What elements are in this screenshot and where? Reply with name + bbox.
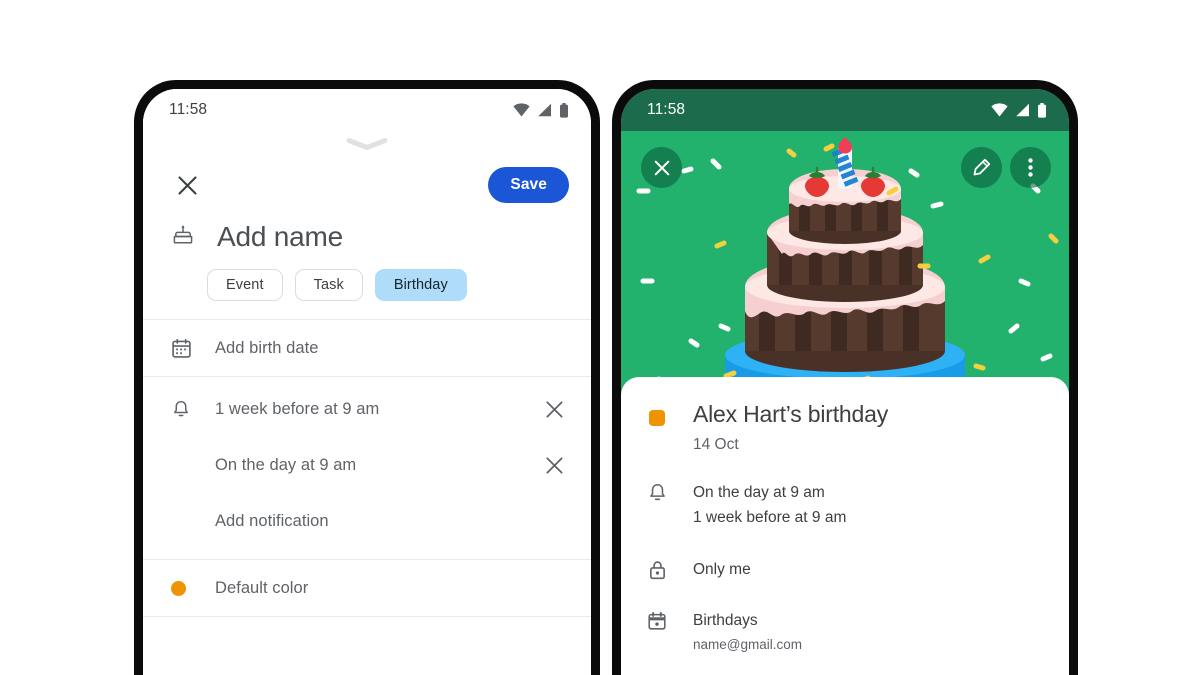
screenshot-stage: 11:58 Save Add name Event Task Birthday … [0,0,1200,675]
visibility-label: Only me [693,560,751,578]
phone-right-frame: 11:58 Alex Hart’s birthday 14 Oct On the… [612,80,1078,675]
event-detail-card: Alex Hart’s birthday 14 Oct On the day a… [621,377,1069,675]
color-dot-icon [171,580,197,596]
event-name-field-row[interactable]: Add name [143,213,591,263]
divider [143,616,591,617]
phone-left-screen: 11:58 Save Add name Event Task Birthday … [143,89,591,675]
calendar-row[interactable]: Birthdays name@gmail.com [643,608,1047,675]
close-icon [177,175,197,195]
calendar-name: Birthdays [693,612,758,630]
notification-label: 1 week before at 9 am [215,399,380,418]
bell-icon [643,480,671,504]
chip-event[interactable]: Event [207,269,283,301]
cell-signal-icon [1016,103,1029,117]
close-icon [654,160,669,175]
add-birth-date-row[interactable]: Add birth date [143,320,591,376]
event-header-row: Alex Hart’s birthday 14 Oct [643,401,1047,480]
chip-task[interactable]: Task [294,269,363,301]
birthday-hero-banner [621,131,1069,399]
bell-icon [171,399,197,420]
more-options-button[interactable] [1010,147,1051,188]
wifi-icon [991,103,1008,117]
remove-notification-button[interactable] [539,400,569,419]
notification-row[interactable]: 1 week before at 9 am [143,381,591,437]
close-button[interactable] [641,147,682,188]
visibility-row[interactable]: Only me [643,557,1047,609]
close-icon [545,456,563,474]
calendar-icon [643,608,671,632]
notification-line: On the day at 9 am [693,483,825,501]
phone-left-frame: 11:58 Save Add name Event Task Birthday … [134,80,600,675]
notification-line: 1 week before at 9 am [693,509,847,527]
default-color-label: Default color [215,578,309,597]
phone-right-screen: 11:58 Alex Hart’s birthday 14 Oct On the… [621,89,1069,675]
event-type-chip-group: Event Task Birthday [143,263,591,319]
default-color-row[interactable]: Default color [143,560,591,616]
chevron-down-icon [346,138,388,150]
calendar-icon [171,338,197,359]
battery-icon [1038,102,1046,118]
status-bar-time: 11:58 [169,101,208,118]
wifi-icon [513,103,530,117]
sheet-top-bar: Save [143,157,591,213]
notifications-detail-row[interactable]: On the day at 9 am 1 week before at 9 am [643,480,1047,557]
add-birth-date-label: Add birth date [215,338,319,357]
remove-notification-button[interactable] [539,456,569,475]
event-name-placeholder: Add name [217,221,344,252]
color-square-icon [643,401,671,426]
status-bar-time: 11:58 [647,101,686,118]
add-notification-label: Add notification [215,511,329,530]
cell-signal-icon [538,103,551,117]
hero-action-bar [621,147,1069,188]
bottom-sheet-drag-handle[interactable] [143,131,591,157]
more-vertical-icon [1028,158,1033,177]
calendar-account: name@gmail.com [693,636,802,652]
event-date: 14 Oct [693,435,739,453]
cake-icon [171,223,195,252]
notification-row[interactable]: On the day at 9 am [143,437,591,493]
chip-birthday[interactable]: Birthday [374,269,467,301]
notification-label: On the day at 9 am [215,455,357,474]
edit-button[interactable] [961,147,1002,188]
status-bar-icons [991,102,1047,118]
save-button[interactable]: Save [488,167,569,203]
status-bar: 11:58 [143,89,591,131]
pencil-icon [973,158,991,176]
close-icon [545,400,563,418]
add-notification-row[interactable]: Add notification [143,493,591,549]
lock-icon [643,557,671,581]
notifications-group: 1 week before at 9 am On the day at 9 am [143,377,591,559]
event-title: Alex Hart’s birthday [693,401,888,427]
status-bar: 11:58 [621,89,1069,131]
status-bar-icons [513,102,569,118]
close-button[interactable] [169,167,205,203]
battery-icon [560,102,568,118]
